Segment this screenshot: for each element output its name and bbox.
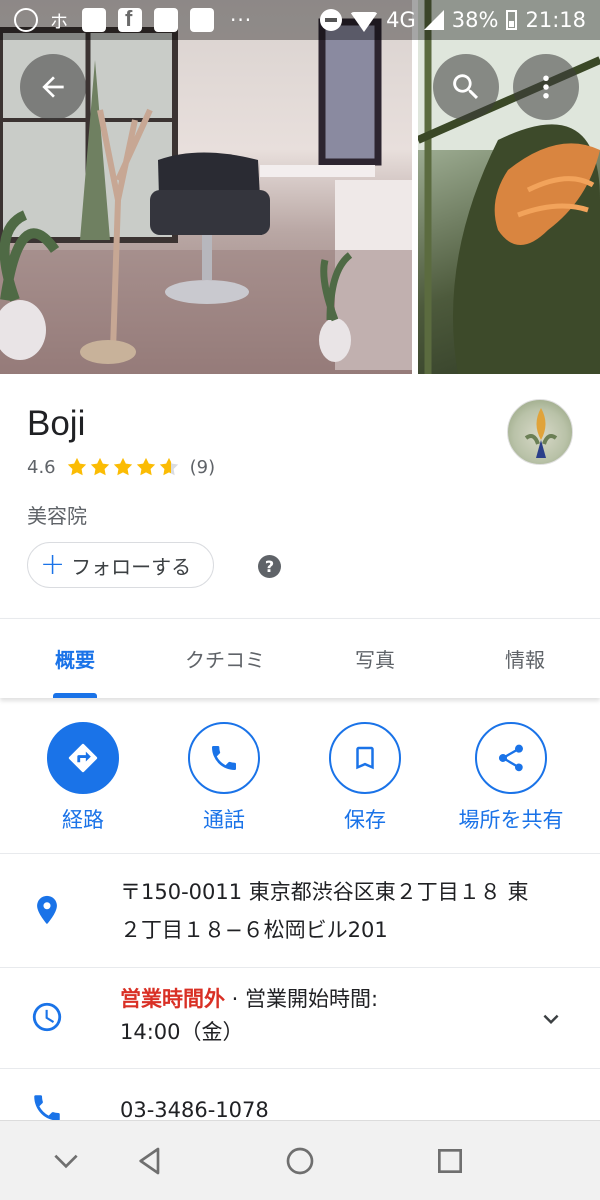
system-icons: 4G 38% 21:18 — [320, 8, 586, 32]
avatar-logo-illustration — [524, 408, 558, 458]
rating-value: 4.6 — [27, 456, 56, 478]
share-ring — [475, 722, 547, 794]
call-ring — [188, 722, 260, 794]
save-button[interactable]: 保存 — [295, 722, 435, 834]
rating-row[interactable]: 4.6 (9) — [27, 456, 215, 478]
back-button[interactable] — [20, 54, 86, 120]
nav-back-button[interactable] — [132, 1143, 168, 1179]
arrow-back-icon — [42, 76, 64, 98]
search-button[interactable] — [433, 54, 499, 120]
more-vert-icon — [543, 75, 549, 99]
directions-icon — [68, 743, 98, 773]
tab-label: 写真 — [355, 648, 395, 672]
directions-label: 経路 — [62, 808, 104, 832]
place-avatar[interactable] — [507, 399, 573, 465]
tab-overview[interactable]: 概要 — [0, 619, 150, 698]
save-label: 保存 — [344, 808, 386, 832]
app-notification-icon-2: ホ — [50, 12, 68, 33]
wifi-icon — [350, 12, 379, 32]
chevron-down-icon — [54, 1154, 78, 1169]
hours-line-2: 14:00（金） — [120, 1020, 244, 1044]
hours-line-1: 営業時間外 · 営業開始時間: — [120, 983, 378, 1016]
follow-button[interactable]: + フォローする — [27, 542, 215, 588]
photo-header[interactable] — [0, 0, 600, 374]
star-icon — [90, 457, 109, 476]
app-notification-icon — [14, 8, 38, 32]
search-icon — [453, 74, 479, 100]
network-type: 4G — [386, 8, 416, 32]
hours-status: 営業時間外 — [120, 987, 225, 1011]
signal-icon — [423, 10, 444, 30]
bookmark-icon — [356, 746, 374, 770]
hours-text: 営業時間外 · 営業開始時間: 14:00（金） — [120, 983, 378, 1049]
hair-photo-illustration — [418, 0, 600, 374]
chevron-down-icon[interactable] — [536, 1004, 566, 1034]
star-icon — [136, 457, 155, 476]
system-navigation-bar — [0, 1120, 600, 1200]
hide-keyboard-button[interactable] — [48, 1143, 84, 1179]
more-options-button[interactable] — [513, 54, 579, 120]
place-header: Boji 4.6 (9) 美容院 + フォローする ? — [0, 374, 600, 618]
hours-label: 営業開始時間: — [245, 987, 379, 1011]
facebook-icon — [118, 6, 142, 32]
phone-icon — [212, 746, 236, 770]
tab-label: 情報 — [505, 648, 545, 672]
clock: 21:18 — [525, 8, 586, 32]
tab-bar: 概要 クチコミ 写真 情報 — [0, 618, 600, 698]
share-label: 場所を共有 — [458, 808, 564, 832]
do-not-disturb-icon — [320, 9, 343, 31]
save-ring — [329, 722, 401, 794]
action-buttons: 経路 通話 保存 場所を共有 — [0, 700, 600, 854]
notification-icon — [154, 8, 178, 32]
call-button[interactable]: 通話 — [154, 722, 294, 834]
salon-photo-secondary[interactable] — [418, 0, 600, 374]
clock-icon — [32, 1002, 62, 1032]
tab-reviews[interactable]: クチコミ — [150, 619, 300, 698]
plus-icon: + — [40, 547, 66, 582]
square-recents-icon — [438, 1149, 462, 1173]
status-bar: ホ ··· 4G 38% 21:18 — [0, 0, 600, 40]
share-button[interactable]: 場所を共有 — [441, 722, 581, 834]
hours-row[interactable]: 営業時間外 · 営業開始時間: 14:00（金） — [0, 968, 600, 1069]
address-line-2: ２丁目１８−６松岡ビル201 — [120, 918, 388, 942]
call-label: 通話 — [203, 808, 245, 832]
tab-about[interactable]: 情報 — [450, 619, 600, 698]
follow-label: フォローする — [71, 554, 192, 579]
nav-recents-button[interactable] — [432, 1143, 468, 1179]
review-count: (9) — [189, 456, 216, 478]
address-line-1: 〒150-0011 東京都渋谷区東２丁目１８ 東 — [120, 880, 529, 904]
battery-icon — [506, 10, 518, 30]
place-name: Boji — [27, 404, 86, 443]
notification-icon — [190, 8, 214, 32]
place-category: 美容院 — [27, 504, 87, 528]
share-icon — [498, 744, 523, 772]
more-notifications-icon: ··· — [230, 8, 253, 32]
address-text: 〒150-0011 東京都渋谷区東２丁目１８ 東 ２丁目１８−６松岡ビル201 — [120, 873, 528, 949]
tab-photos[interactable]: 写真 — [300, 619, 450, 698]
notification-icons: ホ ··· — [14, 6, 253, 33]
directions-button[interactable]: 経路 — [13, 722, 153, 834]
location-pin-icon — [37, 895, 57, 925]
address-row[interactable]: 〒150-0011 東京都渋谷区東２丁目１８ 東 ２丁目１８−６松岡ビル201 — [0, 855, 600, 968]
notification-icon — [82, 8, 106, 32]
home-circle-icon — [286, 1147, 314, 1175]
rating-stars — [66, 456, 180, 478]
star-icon — [159, 457, 178, 476]
nav-home-button[interactable] — [282, 1143, 318, 1179]
battery-percent: 38% — [451, 8, 499, 32]
triangle-back-icon — [139, 1147, 160, 1175]
hours-separator: · — [225, 987, 246, 1011]
help-icon[interactable]: ? — [258, 555, 281, 578]
tab-label: クチコミ — [185, 648, 265, 672]
star-icon — [67, 457, 86, 476]
star-icon — [113, 457, 132, 476]
directions-ring — [47, 722, 119, 794]
tab-label: 概要 — [55, 648, 95, 672]
